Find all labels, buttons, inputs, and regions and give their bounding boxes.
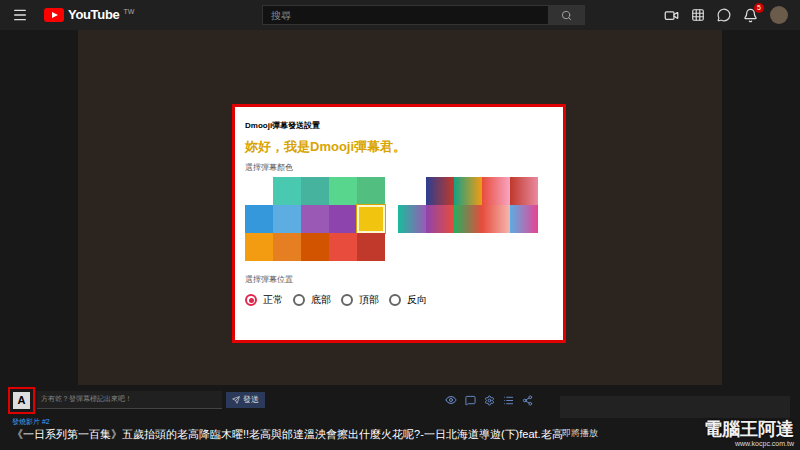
notification-badge: 5 (754, 3, 764, 13)
color-swatch[interactable] (329, 205, 357, 233)
color-swatch[interactable] (301, 205, 329, 233)
avatar[interactable] (770, 6, 788, 24)
gradient-swatch[interactable] (426, 177, 454, 205)
position-radio[interactable]: 反向 (389, 294, 427, 306)
color-swatch[interactable] (245, 233, 273, 261)
position-radio[interactable]: 正常 (245, 294, 283, 306)
info-row: 發燒影片 #2《一日系列第一百集》五歲抬頭的老高降臨木曜!!老高與邰達溫泱會擦出… (0, 415, 800, 441)
list-icon[interactable] (503, 395, 514, 406)
create-video-icon[interactable] (664, 8, 679, 23)
youtube-logo[interactable]: YouTubeTW (44, 5, 134, 25)
position-label: 選擇彈幕位置 (245, 275, 553, 285)
watermark: 電腦王阿達www.kocpc.com.tw (704, 419, 794, 448)
share-icon[interactable] (522, 395, 533, 406)
color-swatch[interactable] (357, 177, 385, 205)
gear-icon[interactable] (484, 395, 495, 406)
position-radio[interactable]: 頂部 (341, 294, 379, 306)
color-swatch[interactable] (245, 205, 273, 233)
video-title: 《一日系列第一百集》五歲抬頭的老高降臨木曜!!老高與邰達溫泱會擦出什麼火花呢?-… (12, 427, 557, 441)
color-swatch[interactable] (273, 233, 301, 261)
eye-icon[interactable] (445, 394, 457, 406)
search-input[interactable]: 搜尋 (263, 6, 548, 24)
video-frame[interactable]: Dmooji彈幕發送設置妳好，我是Dmooji彈幕君。選擇彈幕顏色選擇彈幕位置正… (78, 30, 722, 385)
color-swatch[interactable] (329, 233, 357, 261)
gradient-swatch[interactable] (398, 177, 426, 205)
danmaku-input[interactable]: 方有乾？發彈幕標記出來吧！ (37, 391, 222, 409)
radio-circle-icon (389, 294, 401, 306)
notifications-button[interactable]: 5 (743, 8, 758, 23)
color-swatch[interactable] (329, 177, 357, 205)
apps-icon[interactable] (691, 8, 705, 22)
gradient-swatch[interactable] (426, 205, 454, 233)
gradient-swatch[interactable] (398, 205, 426, 233)
color-label: 選擇彈幕顏色 (245, 163, 553, 173)
color-swatch[interactable] (273, 177, 301, 205)
gradient-swatch[interactable] (454, 205, 482, 233)
search-box[interactable]: 搜尋 (262, 5, 585, 25)
messages-icon[interactable] (717, 8, 731, 22)
youtube-page: YouTubeTW 搜尋 5 Dmooji彈幕發送設置妳好，我是Dmooji彈幕君。選… (0, 0, 800, 450)
danmaku-toggle-frame: A (8, 387, 35, 414)
danmaku-list-icon[interactable] (465, 395, 476, 406)
search-button[interactable] (548, 6, 584, 24)
player-row: Dmooji彈幕發送設置妳好，我是Dmooji彈幕君。選擇彈幕顏色選擇彈幕位置正… (0, 30, 800, 385)
color-swatch[interactable] (357, 205, 385, 233)
top-bar: YouTubeTW 搜尋 5 (0, 0, 800, 30)
gradient-swatch[interactable] (510, 177, 538, 205)
menu-icon[interactable] (12, 7, 28, 23)
radio-circle-icon (245, 294, 257, 306)
up-next-heading: 即將播放 (562, 427, 598, 441)
color-swatch[interactable] (301, 233, 329, 261)
position-radio[interactable]: 底部 (293, 294, 331, 306)
radio-circle-icon (293, 294, 305, 306)
radio-circle-icon (341, 294, 353, 306)
play-logo-icon (44, 8, 64, 22)
send-icon (232, 396, 240, 404)
gradient-swatch[interactable] (454, 177, 482, 205)
danmaku-bar: A 方有乾？發彈幕標記出來吧！發送 (0, 385, 800, 415)
solid-color-grid (245, 177, 385, 261)
color-swatch[interactable] (273, 205, 301, 233)
dialog-greeting: 妳好，我是Dmooji彈幕君。 (245, 139, 553, 155)
gradient-color-grid (398, 177, 538, 233)
settings-dialog: Dmooji彈幕發送設置妳好，我是Dmooji彈幕君。選擇彈幕顏色選擇彈幕位置正… (232, 104, 566, 343)
sidebar-box (560, 396, 790, 418)
search-icon (561, 10, 572, 21)
send-button[interactable]: 發送 (226, 392, 265, 408)
danmaku-toggle-button[interactable]: A (13, 392, 30, 409)
gradient-swatch[interactable] (482, 205, 510, 233)
position-options: 正常底部頂部反向 (245, 294, 553, 306)
color-swatch[interactable] (357, 233, 385, 261)
video-tag[interactable]: 發燒影片 #2 (12, 417, 557, 427)
gradient-swatch[interactable] (482, 177, 510, 205)
gradient-swatch[interactable] (510, 205, 538, 233)
dialog-title: Dmooji彈幕發送設置 (245, 121, 553, 131)
color-swatch[interactable] (301, 177, 329, 205)
